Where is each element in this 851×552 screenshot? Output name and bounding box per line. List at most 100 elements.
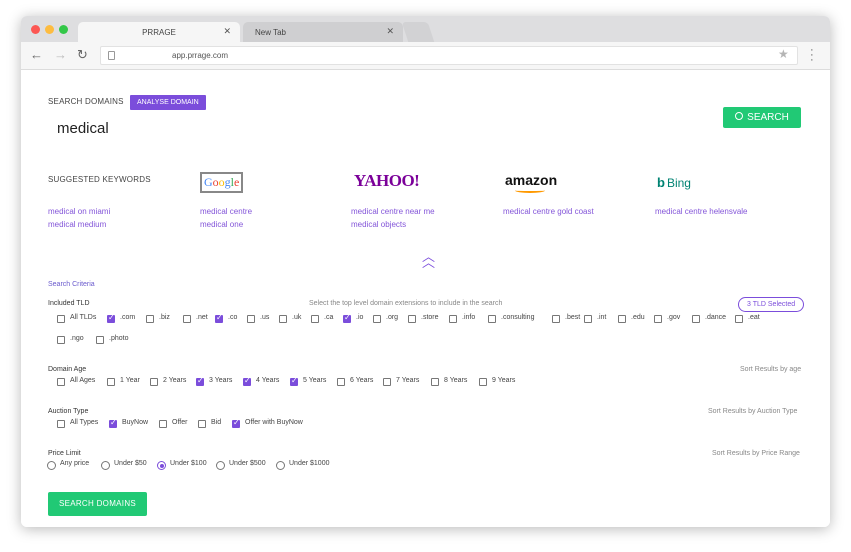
tld-option-label[interactable]: .info	[462, 314, 475, 321]
close-window-button[interactable]	[31, 25, 40, 34]
checkbox[interactable]	[735, 315, 743, 323]
checkbox[interactable]	[247, 315, 255, 323]
checkbox[interactable]	[408, 315, 416, 323]
collapse-chevron-icon[interactable]: ︿ ︿	[422, 250, 435, 269]
checkbox[interactable]	[279, 315, 287, 323]
minimize-window-button[interactable]	[45, 25, 54, 34]
age-option-label[interactable]: 6 Years	[350, 377, 373, 384]
tld-option-label[interactable]: .ngo	[70, 335, 84, 342]
tld-option-label[interactable]: .com	[120, 314, 135, 321]
age-option-label[interactable]: 1 Year	[120, 377, 140, 384]
checkbox[interactable]	[290, 376, 298, 386]
tld-option-label[interactable]: .uk	[292, 314, 301, 321]
checkbox[interactable]	[198, 420, 206, 428]
tld-option-label[interactable]: .net	[196, 314, 208, 321]
address-bar[interactable]: app.prrage.com	[100, 46, 798, 65]
close-icon[interactable]: ✕	[223, 26, 231, 37]
checkbox[interactable]	[383, 378, 391, 386]
checkbox[interactable]	[337, 378, 345, 386]
keyword-link[interactable]: medical centre near me	[351, 207, 435, 216]
auction-option-label[interactable]: Bid	[211, 419, 221, 426]
tld-option-label[interactable]: .consulting	[501, 314, 534, 321]
checkbox[interactable]	[150, 378, 158, 386]
checkbox[interactable]	[552, 315, 560, 323]
price-option-label[interactable]: Under $1000	[289, 460, 329, 467]
auction-sort-hint[interactable]: Sort Results by Auction Type	[708, 408, 797, 415]
tld-option-label[interactable]: .edu	[631, 314, 645, 321]
analyse-domain-button[interactable]: ANALYSE DOMAIN	[130, 95, 206, 110]
age-option-label[interactable]: 5 Years	[303, 377, 326, 384]
checkbox[interactable]	[618, 315, 626, 323]
age-option-label[interactable]: 7 Years	[396, 377, 419, 384]
keyword-link[interactable]: medical centre helensvale	[655, 207, 748, 216]
age-option-label[interactable]: 8 Years	[444, 377, 467, 384]
tld-option-label[interactable]: .dance	[705, 314, 726, 321]
checkbox[interactable]	[654, 315, 662, 323]
checkbox[interactable]	[232, 418, 240, 428]
radio-button[interactable]	[157, 461, 166, 470]
tld-option-label[interactable]: .ca	[324, 314, 333, 321]
menu-dots-icon[interactable]: · · ·	[810, 45, 814, 66]
radio-button[interactable]	[47, 461, 56, 470]
checkbox[interactable]	[146, 315, 154, 323]
age-option-label[interactable]: 3 Years	[209, 377, 232, 384]
tld-option-label[interactable]: .eat	[748, 314, 760, 321]
checkbox[interactable]	[215, 313, 223, 323]
tld-option-label[interactable]: .io	[356, 314, 363, 321]
checkbox[interactable]	[57, 420, 65, 428]
reload-icon[interactable]: ↻	[77, 48, 88, 62]
search-query[interactable]: medical	[57, 120, 109, 137]
search-domains-button[interactable]: SEARCH DOMAINS	[48, 492, 147, 516]
forward-arrow-icon[interactable]: →	[54, 48, 67, 62]
keyword-link[interactable]: medical medium	[48, 220, 106, 229]
checkbox[interactable]	[479, 378, 487, 386]
checkbox[interactable]	[692, 315, 700, 323]
checkbox[interactable]	[96, 336, 104, 344]
checkbox[interactable]	[243, 376, 251, 386]
new-tab-button[interactable]	[401, 22, 435, 42]
tld-option-label[interactable]: .photo	[109, 335, 128, 342]
tld-option-label[interactable]: .best	[565, 314, 580, 321]
tab-new[interactable]: New Tab ✕	[243, 22, 403, 42]
checkbox[interactable]	[584, 315, 592, 323]
checkbox[interactable]	[109, 418, 117, 428]
keyword-link[interactable]: medical centre gold coast	[503, 207, 594, 216]
auction-option-label[interactable]: All Types	[70, 419, 98, 426]
keyword-link[interactable]: medical on miami	[48, 207, 110, 216]
checkbox[interactable]	[373, 315, 381, 323]
price-option-label[interactable]: Any price	[60, 460, 89, 467]
checkbox[interactable]	[57, 315, 65, 323]
tld-option-label[interactable]: .store	[421, 314, 439, 321]
tld-option-label[interactable]: .gov	[667, 314, 680, 321]
age-option-label[interactable]: 2 Years	[163, 377, 186, 384]
checkbox[interactable]	[159, 420, 167, 428]
bookmark-star-icon[interactable]: ★	[778, 47, 789, 61]
checkbox[interactable]	[311, 315, 319, 323]
age-option-label[interactable]: 4 Years	[256, 377, 279, 384]
tab-prrage[interactable]: PRRAGE ✕	[78, 22, 240, 42]
keyword-link[interactable]: medical centre	[200, 207, 252, 216]
maximize-window-button[interactable]	[59, 25, 68, 34]
tld-option-label[interactable]: .org	[386, 314, 398, 321]
radio-button[interactable]	[216, 461, 225, 470]
price-option-label[interactable]: Under $50	[114, 460, 147, 467]
age-option-label[interactable]: All Ages	[70, 377, 95, 384]
price-sort-hint[interactable]: Sort Results by Price Range	[712, 450, 800, 457]
search-button[interactable]: SEARCH	[723, 107, 801, 128]
checkbox[interactable]	[488, 315, 496, 323]
checkbox[interactable]	[183, 315, 191, 323]
auction-option-label[interactable]: Offer with BuyNow	[245, 419, 303, 426]
checkbox[interactable]	[107, 378, 115, 386]
auction-option-label[interactable]: Offer	[172, 419, 187, 426]
tld-option-label[interactable]: .co	[228, 314, 237, 321]
back-arrow-icon[interactable]: ←	[30, 48, 43, 62]
checkbox[interactable]	[57, 336, 65, 344]
radio-button[interactable]	[101, 461, 110, 470]
tld-option-label[interactable]: All TLDs	[70, 314, 96, 321]
radio-button[interactable]	[276, 461, 285, 470]
keyword-link[interactable]: medical objects	[351, 220, 406, 229]
close-icon[interactable]: ✕	[386, 26, 394, 37]
checkbox[interactable]	[431, 378, 439, 386]
checkbox[interactable]	[196, 376, 204, 386]
tld-option-label[interactable]: .biz	[159, 314, 170, 321]
